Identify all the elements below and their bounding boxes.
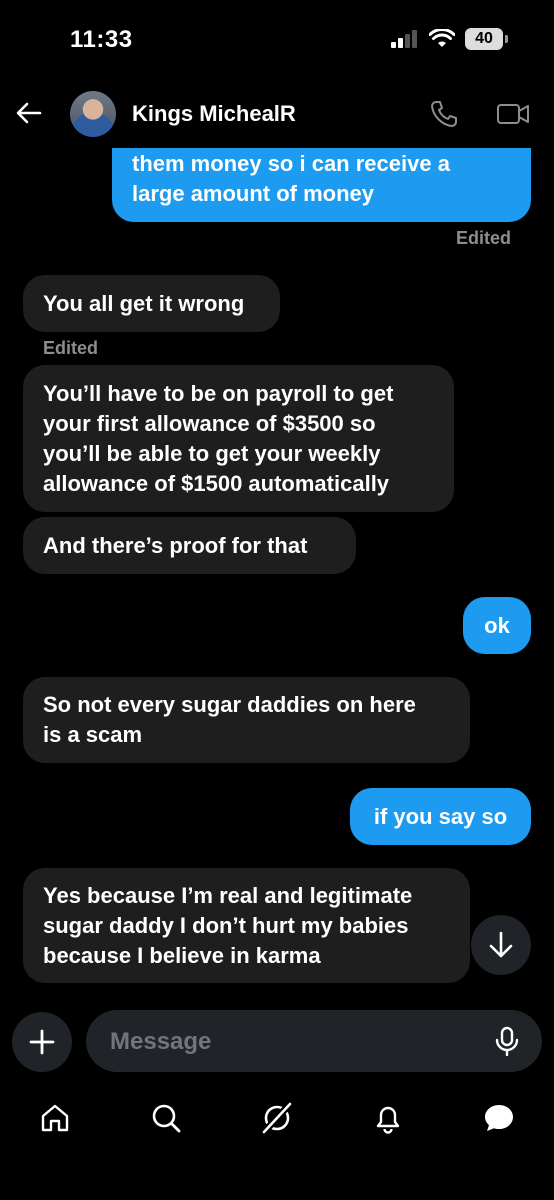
back-arrow-icon[interactable] [14,98,44,128]
plus-icon [29,1029,55,1055]
avatar[interactable] [70,91,116,137]
message-line: allowance of $1500 automatically [43,470,390,496]
status-time: 11:33 [70,26,133,53]
message-line: you’ll be able to get your weekly [43,440,381,466]
bottom-tab-bar [0,1090,554,1150]
video-call-icon[interactable] [496,98,530,130]
message-input[interactable] [108,1010,472,1074]
notifications-icon [376,1106,400,1134]
message-bubble-incoming[interactable]: So not every sugar daddies on here is a … [23,677,470,763]
signal-icon [391,30,417,48]
tab-notifications[interactable] [358,1090,418,1146]
messages-icon [485,1105,513,1131]
microphone-icon[interactable] [494,1026,520,1056]
tab-home[interactable] [25,1090,85,1146]
edited-label: Edited [455,228,511,248]
message-line: large amount of money [132,181,375,206]
chat-header: Kings MichealR [0,82,554,148]
battery-icon: 40 [465,28,508,50]
message-line: So not every sugar daddies on here [43,692,416,717]
add-attachment-button[interactable] [12,1012,72,1072]
edited-label: Edited [43,338,99,358]
wifi-icon [429,29,455,47]
message-line: You’ll have to be on payroll to get [43,380,394,406]
message-bubble-incoming[interactable]: You’ll have to be on payroll to get your… [23,365,454,512]
message-line: your first allowance of $3500 so [43,410,376,436]
search-icon [152,1104,181,1133]
message-bubble-incoming[interactable]: You all get it wrong [23,275,280,332]
message-bubble-incoming[interactable]: Yes because I’m real and legitimate suga… [23,868,470,983]
battery-level: 40 [465,28,503,50]
grok-icon [262,1102,292,1134]
home-icon [41,1104,69,1132]
status-icons: 40 [391,28,508,50]
message-line: You all get it wrong [43,290,245,316]
message-line: because I believe in karma [43,942,321,968]
message-bubble-outgoing[interactable]: them money so i can receive a large amou… [112,136,531,222]
message-line: them money so i can receive a [132,151,450,176]
tab-messages[interactable] [469,1090,529,1146]
message-field[interactable] [86,1010,542,1074]
message-line: if you say so [373,803,508,829]
scroll-to-bottom-button[interactable] [471,915,531,975]
phone-icon[interactable] [428,98,460,130]
message-line: sugar daddy I don’t hurt my babies [43,912,409,938]
message-line: And there’s proof for that [43,532,308,558]
message-bubble-incoming[interactable]: And there’s proof for that [23,517,356,574]
tab-search[interactable] [136,1090,196,1146]
message-line: Yes because I’m real and legitimate [43,882,413,908]
arrow-down-icon [489,931,513,958]
tab-grok[interactable] [247,1090,307,1146]
message-bubble-outgoing[interactable]: if you say so [350,788,531,845]
message-line: is a scam [43,722,143,747]
message-line: ok [484,612,510,638]
message-bubble-outgoing[interactable]: ok [463,597,531,654]
contact-name[interactable]: Kings MichealR [132,101,296,127]
